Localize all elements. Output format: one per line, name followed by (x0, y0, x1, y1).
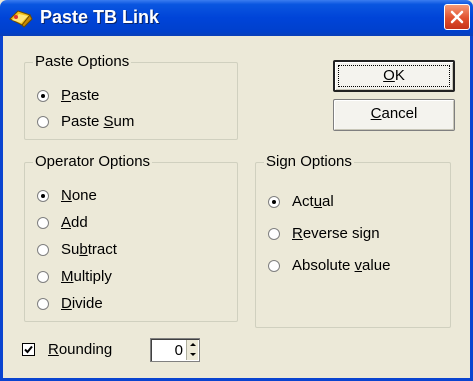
window-title: Paste TB Link (40, 7, 160, 27)
operator-option-multiply[interactable]: Multiply (37, 268, 112, 285)
radio-icon[interactable] (268, 259, 280, 272)
paste-options-legend: Paste Options (33, 53, 132, 70)
option-label: None (61, 187, 97, 204)
operator-option-subtract[interactable]: Subtract (37, 241, 117, 258)
close-button[interactable] (444, 4, 470, 30)
rounding-value[interactable]: 0 (175, 342, 183, 359)
operator-options-legend: Operator Options (33, 153, 153, 170)
operator-option-add[interactable]: Add (37, 214, 88, 231)
option-label: Add (61, 214, 88, 231)
rounding-checkbox[interactable] (22, 343, 35, 356)
option-label: Divide (61, 295, 103, 312)
ok-button-label: OK (383, 67, 405, 84)
sign-option-actual[interactable]: Actual (268, 193, 334, 210)
paste-option-paste-sum[interactable]: Paste Sum (37, 113, 134, 130)
radio-icon[interactable] (37, 189, 49, 202)
window-frame-left (0, 36, 3, 381)
paste-options-group: Paste Options Paste Paste Sum (24, 53, 238, 140)
checkmark-icon (24, 345, 33, 354)
spin-down-icon[interactable] (186, 350, 198, 360)
option-label: Reverse sign (292, 225, 380, 242)
radio-icon[interactable] (268, 227, 280, 240)
ok-button[interactable]: OK (333, 60, 455, 92)
operator-option-divide[interactable]: Divide (37, 295, 103, 312)
rounding-spinner[interactable]: 0 (150, 338, 200, 362)
app-icon (8, 7, 34, 29)
radio-icon[interactable] (37, 216, 49, 229)
option-label: Subtract (61, 241, 117, 258)
radio-icon[interactable] (37, 270, 49, 283)
option-label: Actual (292, 193, 334, 210)
operator-option-none[interactable]: None (37, 187, 97, 204)
cancel-button[interactable]: Cancel (333, 99, 455, 131)
spin-up-icon[interactable] (186, 340, 198, 350)
radio-icon[interactable] (37, 115, 49, 128)
option-label: Multiply (61, 268, 112, 285)
sign-option-absolute[interactable]: Absolute value (268, 257, 390, 274)
close-icon (450, 10, 464, 24)
title-bar[interactable]: Paste TB Link (0, 0, 473, 36)
sign-options-group: Sign Options Actual Reverse sign Absolut… (255, 153, 451, 328)
rounding-label[interactable]: Rounding (48, 341, 112, 358)
radio-icon[interactable] (37, 89, 49, 102)
operator-options-group: Operator Options None Add Subtract Multi… (24, 153, 238, 322)
sign-options-legend: Sign Options (264, 153, 354, 170)
cancel-button-label: Cancel (370, 105, 418, 122)
radio-icon[interactable] (37, 243, 49, 256)
sign-option-reverse[interactable]: Reverse sign (268, 225, 380, 242)
option-label: Paste (61, 87, 100, 104)
paste-option-paste[interactable]: Paste (37, 87, 99, 104)
option-label: Paste Sum (61, 113, 135, 130)
option-label: Absolute value (292, 257, 391, 274)
radio-icon[interactable] (37, 297, 49, 310)
radio-icon[interactable] (268, 195, 280, 208)
